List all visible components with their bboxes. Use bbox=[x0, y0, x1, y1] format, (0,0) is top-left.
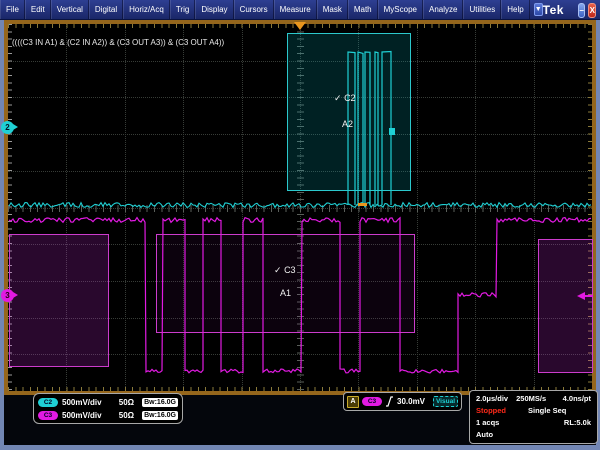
zone-a1-channel-label[interactable]: ✓ C3 bbox=[274, 265, 296, 276]
channel-termination: 50Ω bbox=[119, 398, 134, 407]
menu-item-vertical[interactable]: Vertical bbox=[51, 0, 89, 19]
channel-bandwidth-badge: Bw:16.0G bbox=[142, 398, 178, 407]
tek-logo: Tek bbox=[543, 0, 578, 19]
zone-a1-name-label: A1 bbox=[280, 288, 291, 298]
menu-item-utilities[interactable]: Utilities bbox=[463, 0, 501, 19]
close-button[interactable]: X bbox=[588, 3, 596, 18]
channel-readout-row-c2[interactable]: C2 500mV/div 50Ω Bw:16.0G bbox=[34, 396, 182, 409]
zone-a2-channel: C2 bbox=[344, 93, 356, 103]
menu-item-file[interactable]: File bbox=[0, 0, 25, 19]
channel-readout-row-c3[interactable]: C3 500mV/div 50Ω Bw:16.0G bbox=[34, 409, 182, 422]
minimize-button[interactable]: – bbox=[578, 3, 586, 18]
trigger-level-value: 30.0mV bbox=[397, 397, 425, 406]
record-length: RL:5.0k bbox=[564, 418, 591, 427]
menu-item-mask[interactable]: Mask bbox=[317, 0, 348, 19]
menu-bar: FileEditVerticalDigitalHoriz/AcqTrigDisp… bbox=[0, 0, 600, 20]
trigger-position-marker[interactable] bbox=[294, 22, 306, 30]
acquisition-state: Stopped bbox=[476, 406, 506, 415]
trigger-source-pill: C3 bbox=[362, 397, 382, 406]
menu-item-display[interactable]: Display bbox=[195, 0, 233, 19]
menu-overflow-button[interactable]: ▼ bbox=[534, 3, 543, 16]
menu-item-help[interactable]: Help bbox=[501, 0, 529, 19]
check-icon: ✓ bbox=[274, 265, 282, 275]
trigger-expression-label: ((((C3 IN A1) & (C2 IN A2)) & (C3 OUT A3… bbox=[12, 38, 224, 47]
waveform-canvas bbox=[8, 24, 592, 391]
horizontal-readout-box[interactable]: 2.0μs/div 250MS/s 4.0ns/pt Stopped Singl… bbox=[469, 390, 598, 444]
menu-item-math[interactable]: Math bbox=[348, 0, 378, 19]
menu-item-edit[interactable]: Edit bbox=[25, 0, 51, 19]
menu-item-measure[interactable]: Measure bbox=[274, 0, 317, 19]
sequence-mode: Single Seq bbox=[528, 406, 566, 415]
trigger-readout-box[interactable]: A C3 30.0mV Visual bbox=[343, 392, 462, 411]
zone-a1-channel: C3 bbox=[284, 265, 296, 275]
menu-item-cursors[interactable]: Cursors bbox=[234, 0, 274, 19]
channel3-position-marker[interactable]: 3 bbox=[1, 289, 14, 302]
c2-pulse bbox=[375, 52, 378, 205]
chevron-down-icon: ▼ bbox=[535, 6, 542, 13]
zone-a2-channel-label[interactable]: ✓ C2 bbox=[334, 93, 356, 104]
channel2-position-marker[interactable]: 2 bbox=[1, 121, 14, 134]
channel-readout-box[interactable]: C2 500mV/div 50Ω Bw:16.0G C3 500mV/div 50Ω Bw:1… bbox=[33, 393, 183, 424]
acquisition-count: 1 acqs bbox=[476, 418, 499, 427]
c2-pulse bbox=[358, 52, 363, 205]
resolution-value: 4.0ns/pt bbox=[563, 394, 591, 403]
oscilloscope-window: FileEditVerticalDigitalHoriz/AcqTrigDisp… bbox=[0, 0, 600, 450]
status-area: C2 500mV/div 50Ω Bw:16.0G C3 500mV/div 50Ω Bw:1… bbox=[4, 395, 596, 445]
rising-edge-icon bbox=[385, 396, 394, 407]
channel-bandwidth-badge: Bw:16.0G bbox=[142, 411, 178, 420]
channel3-marker-label: 3 bbox=[5, 291, 9, 300]
channel2-marker-label: 2 bbox=[5, 123, 9, 132]
check-icon: ✓ bbox=[334, 93, 342, 103]
channel-termination: 50Ω bbox=[119, 411, 134, 420]
channel-pill: C3 bbox=[38, 411, 58, 420]
trigger-level-arrow[interactable] bbox=[577, 292, 585, 300]
channel-scale: 500mV/div bbox=[62, 398, 115, 407]
c2-glitch-dot bbox=[389, 128, 395, 135]
trigger-mode: Auto bbox=[476, 430, 493, 439]
menu-item-trig[interactable]: Trig bbox=[170, 0, 195, 19]
channel-scale: 500mV/div bbox=[62, 411, 115, 420]
menu-item-myscope[interactable]: MyScope bbox=[378, 0, 423, 19]
trigger-point-marker bbox=[358, 203, 367, 206]
timebase-value: 2.0μs/div bbox=[476, 394, 508, 403]
trigger-level-arrow-tail bbox=[585, 295, 593, 297]
visual-trigger-badge: Visual bbox=[433, 396, 458, 407]
zone-a2-name-label: A2 bbox=[342, 119, 353, 129]
c3-trace bbox=[9, 218, 591, 373]
c2-pulse bbox=[365, 52, 370, 205]
channel-pill: C2 bbox=[38, 398, 58, 407]
sample-rate-value: 250MS/s bbox=[516, 394, 546, 403]
menu-item-analyze[interactable]: Analyze bbox=[423, 0, 463, 19]
menu-bar-items: FileEditVerticalDigitalHoriz/AcqTrigDisp… bbox=[0, 0, 530, 19]
trigger-a-badge: A bbox=[347, 396, 359, 408]
menu-item-horiz-acq[interactable]: Horiz/Acq bbox=[123, 0, 170, 19]
c2-trace bbox=[9, 203, 591, 208]
menu-item-digital[interactable]: Digital bbox=[89, 0, 123, 19]
